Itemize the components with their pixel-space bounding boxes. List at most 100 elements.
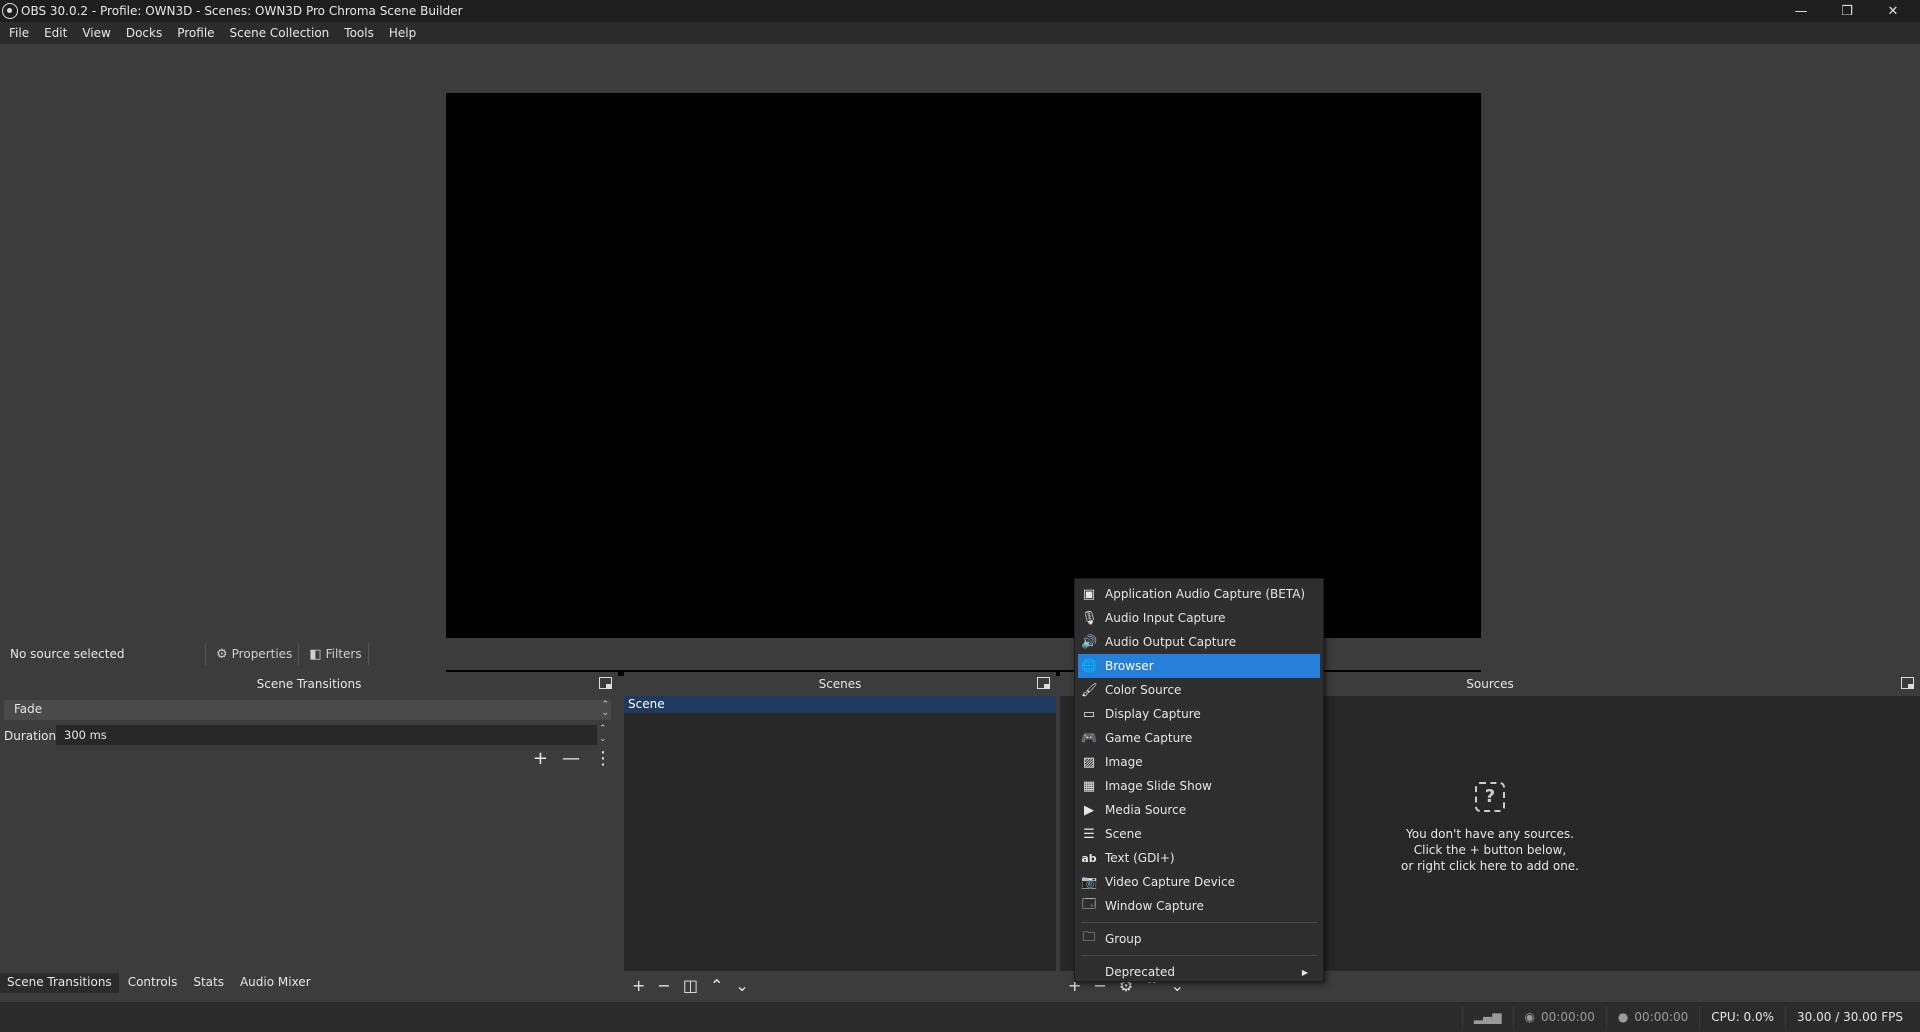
title-bar: OBS 30.0.2 - Profile: OWN3D - Scenes: OW…: [0, 0, 1920, 22]
preview-canvas[interactable]: [446, 93, 1481, 676]
transition-select[interactable]: Fade ⌃ ⌄: [4, 700, 611, 720]
stream-icon: ◉: [1524, 1010, 1535, 1024]
menu-item-game-capture[interactable]: 🎮 Game Capture: [1078, 726, 1320, 750]
menu-item-label: Scene: [1105, 827, 1142, 841]
menu-item-video-capture[interactable]: 📷 Video Capture Device: [1078, 870, 1320, 894]
menu-item-label: Application Audio Capture (BETA): [1105, 587, 1306, 601]
undock-icon[interactable]: [1037, 677, 1050, 689]
menu-item-image[interactable]: ▨ Image: [1078, 750, 1320, 774]
menu-profile[interactable]: Profile: [177, 26, 214, 40]
stream-status: ◉ 00:00:00: [1512, 1006, 1606, 1028]
properties-label: Properties: [231, 647, 293, 661]
record-status: ● 00:00:00: [1605, 1006, 1699, 1028]
dock-title: Scene Transitions: [256, 677, 362, 691]
menu-item-display-capture[interactable]: ▭ Display Capture: [1078, 702, 1320, 726]
transition-properties-button[interactable]: ⋮: [594, 748, 612, 769]
menu-scene-collection[interactable]: Scene Collection: [230, 26, 330, 40]
menu-item-label: Text (GDI+): [1105, 851, 1175, 865]
menu-tools[interactable]: Tools: [344, 26, 374, 40]
menu-item-label: Image Slide Show: [1105, 779, 1212, 793]
tab-stats[interactable]: Stats: [186, 973, 231, 993]
status-bar: ▂▄▆ ◉ 00:00:00 ● 00:00:00 CPU: 0.0% 30.0…: [0, 1002, 1920, 1032]
scenes-dock: Scenes Scene + − ◫ ⌃ ⌄: [624, 672, 1056, 997]
restore-button[interactable]: ❐: [1824, 0, 1870, 22]
menu-item-label: Audio Output Capture: [1105, 635, 1237, 649]
text-icon: ab: [1081, 851, 1097, 865]
window-icon: 🗔: [1081, 897, 1097, 912]
scenes-list[interactable]: Scene: [624, 696, 1056, 971]
menu-separator: [1081, 922, 1317, 923]
filters-label: Filters: [325, 647, 362, 661]
undock-icon[interactable]: [599, 677, 612, 689]
add-scene-button[interactable]: +: [632, 976, 645, 995]
duration-spinner-icon[interactable]: ⌃ ⌄: [599, 724, 607, 744]
properties-button[interactable]: ⚙ Properties: [210, 642, 298, 666]
menu-docks[interactable]: Docks: [126, 26, 162, 40]
move-down-button[interactable]: ⌄: [735, 976, 748, 995]
folder-icon: 🗀: [1082, 930, 1096, 945]
menu-bar: File Edit View Docks Profile Scene Colle…: [0, 22, 1920, 44]
menu-item-media-source[interactable]: ▶ Media Source: [1078, 798, 1320, 822]
microphone-icon: 🎙: [1081, 610, 1098, 626]
app-audio-icon: ▣: [1082, 586, 1096, 602]
chevron-up-down-icon: ⌃ ⌄: [601, 700, 609, 718]
menu-item-group[interactable]: 🗀 Group: [1078, 927, 1320, 951]
menu-item-label: Game Capture: [1105, 731, 1193, 745]
dock-title: Scenes: [818, 677, 862, 691]
slideshow-icon: ▦: [1082, 778, 1096, 794]
window-title: OBS 30.0.2 - Profile: OWN3D - Scenes: OW…: [21, 4, 463, 18]
minimize-button[interactable]: —: [1778, 0, 1824, 22]
remove-transition-button[interactable]: —: [562, 748, 580, 769]
tab-controls[interactable]: Controls: [120, 973, 185, 993]
menu-item-scene[interactable]: ☰ Scene: [1078, 822, 1320, 846]
menu-item-label: Browser: [1105, 659, 1154, 673]
play-icon: ▶: [1084, 802, 1094, 818]
menu-item-label: Display Capture: [1105, 707, 1201, 721]
menu-item-app-audio[interactable]: ▣ Application Audio Capture (BETA): [1078, 582, 1320, 606]
speaker-icon: 🔊: [1081, 634, 1098, 650]
menu-item-window-capture[interactable]: 🗔 Window Capture: [1078, 894, 1320, 918]
transition-value: Fade: [14, 702, 43, 716]
record-icon: ●: [1617, 1010, 1629, 1024]
menu-item-audio-input[interactable]: 🎙 Audio Input Capture: [1078, 606, 1320, 630]
tab-scene-transitions[interactable]: Scene Transitions: [0, 973, 119, 993]
submenu-arrow-icon: ▶: [1301, 967, 1308, 977]
menu-item-audio-output[interactable]: 🔊 Audio Output Capture: [1078, 630, 1320, 654]
menu-help[interactable]: Help: [389, 26, 416, 40]
globe-icon: 🌐: [1081, 658, 1098, 674]
dock-tabs: Scene Transitions Controls Stats Audio M…: [0, 973, 320, 993]
duration-input[interactable]: 300 ms: [56, 725, 597, 745]
tab-audio-mixer[interactable]: Audio Mixer: [232, 973, 318, 993]
move-up-button[interactable]: ⌃: [710, 976, 723, 995]
undock-icon[interactable]: [1901, 677, 1914, 689]
question-icon: ?: [1475, 782, 1505, 812]
scene-item[interactable]: Scene: [624, 696, 1056, 713]
menu-item-browser[interactable]: 🌐 Browser: [1078, 654, 1320, 678]
source-context-bar: No source selected ⚙ Properties ◧ Filter…: [0, 638, 1920, 670]
filter-icon: ◧: [309, 646, 322, 662]
scene-filters-button[interactable]: ◫: [683, 976, 698, 995]
close-button[interactable]: ✕: [1870, 0, 1916, 22]
camera-icon: 📷: [1081, 874, 1098, 890]
brush-icon: 🖌: [1081, 682, 1098, 698]
no-source-label: No source selected: [10, 647, 125, 661]
remove-scene-button[interactable]: −: [657, 976, 670, 995]
dock-title: Sources: [1466, 677, 1514, 691]
menu-edit[interactable]: Edit: [44, 26, 67, 40]
menu-item-label: Deprecated: [1105, 965, 1175, 979]
dock-header: Scene Transitions: [0, 672, 618, 696]
fps-readout: 30.00 / 30.00 FPS: [1785, 1006, 1914, 1028]
menu-item-label: Color Source: [1105, 683, 1182, 697]
filters-button[interactable]: ◧ Filters: [303, 642, 367, 666]
menu-view[interactable]: View: [82, 26, 110, 40]
menu-item-deprecated[interactable]: Deprecated ▶: [1078, 960, 1320, 984]
menu-item-image-slide-show[interactable]: ▦ Image Slide Show: [1078, 774, 1320, 798]
list-icon: ☰: [1083, 826, 1095, 842]
network-icon: ▂▄▆: [1461, 1006, 1513, 1028]
preview-area[interactable]: [4, 44, 1916, 676]
add-transition-button[interactable]: +: [533, 748, 548, 769]
menu-item-color-source[interactable]: 🖌 Color Source: [1078, 678, 1320, 702]
menu-item-text-gdi[interactable]: ab Text (GDI+): [1078, 846, 1320, 870]
duration-label: Duration: [4, 729, 57, 743]
menu-file[interactable]: File: [9, 26, 29, 40]
